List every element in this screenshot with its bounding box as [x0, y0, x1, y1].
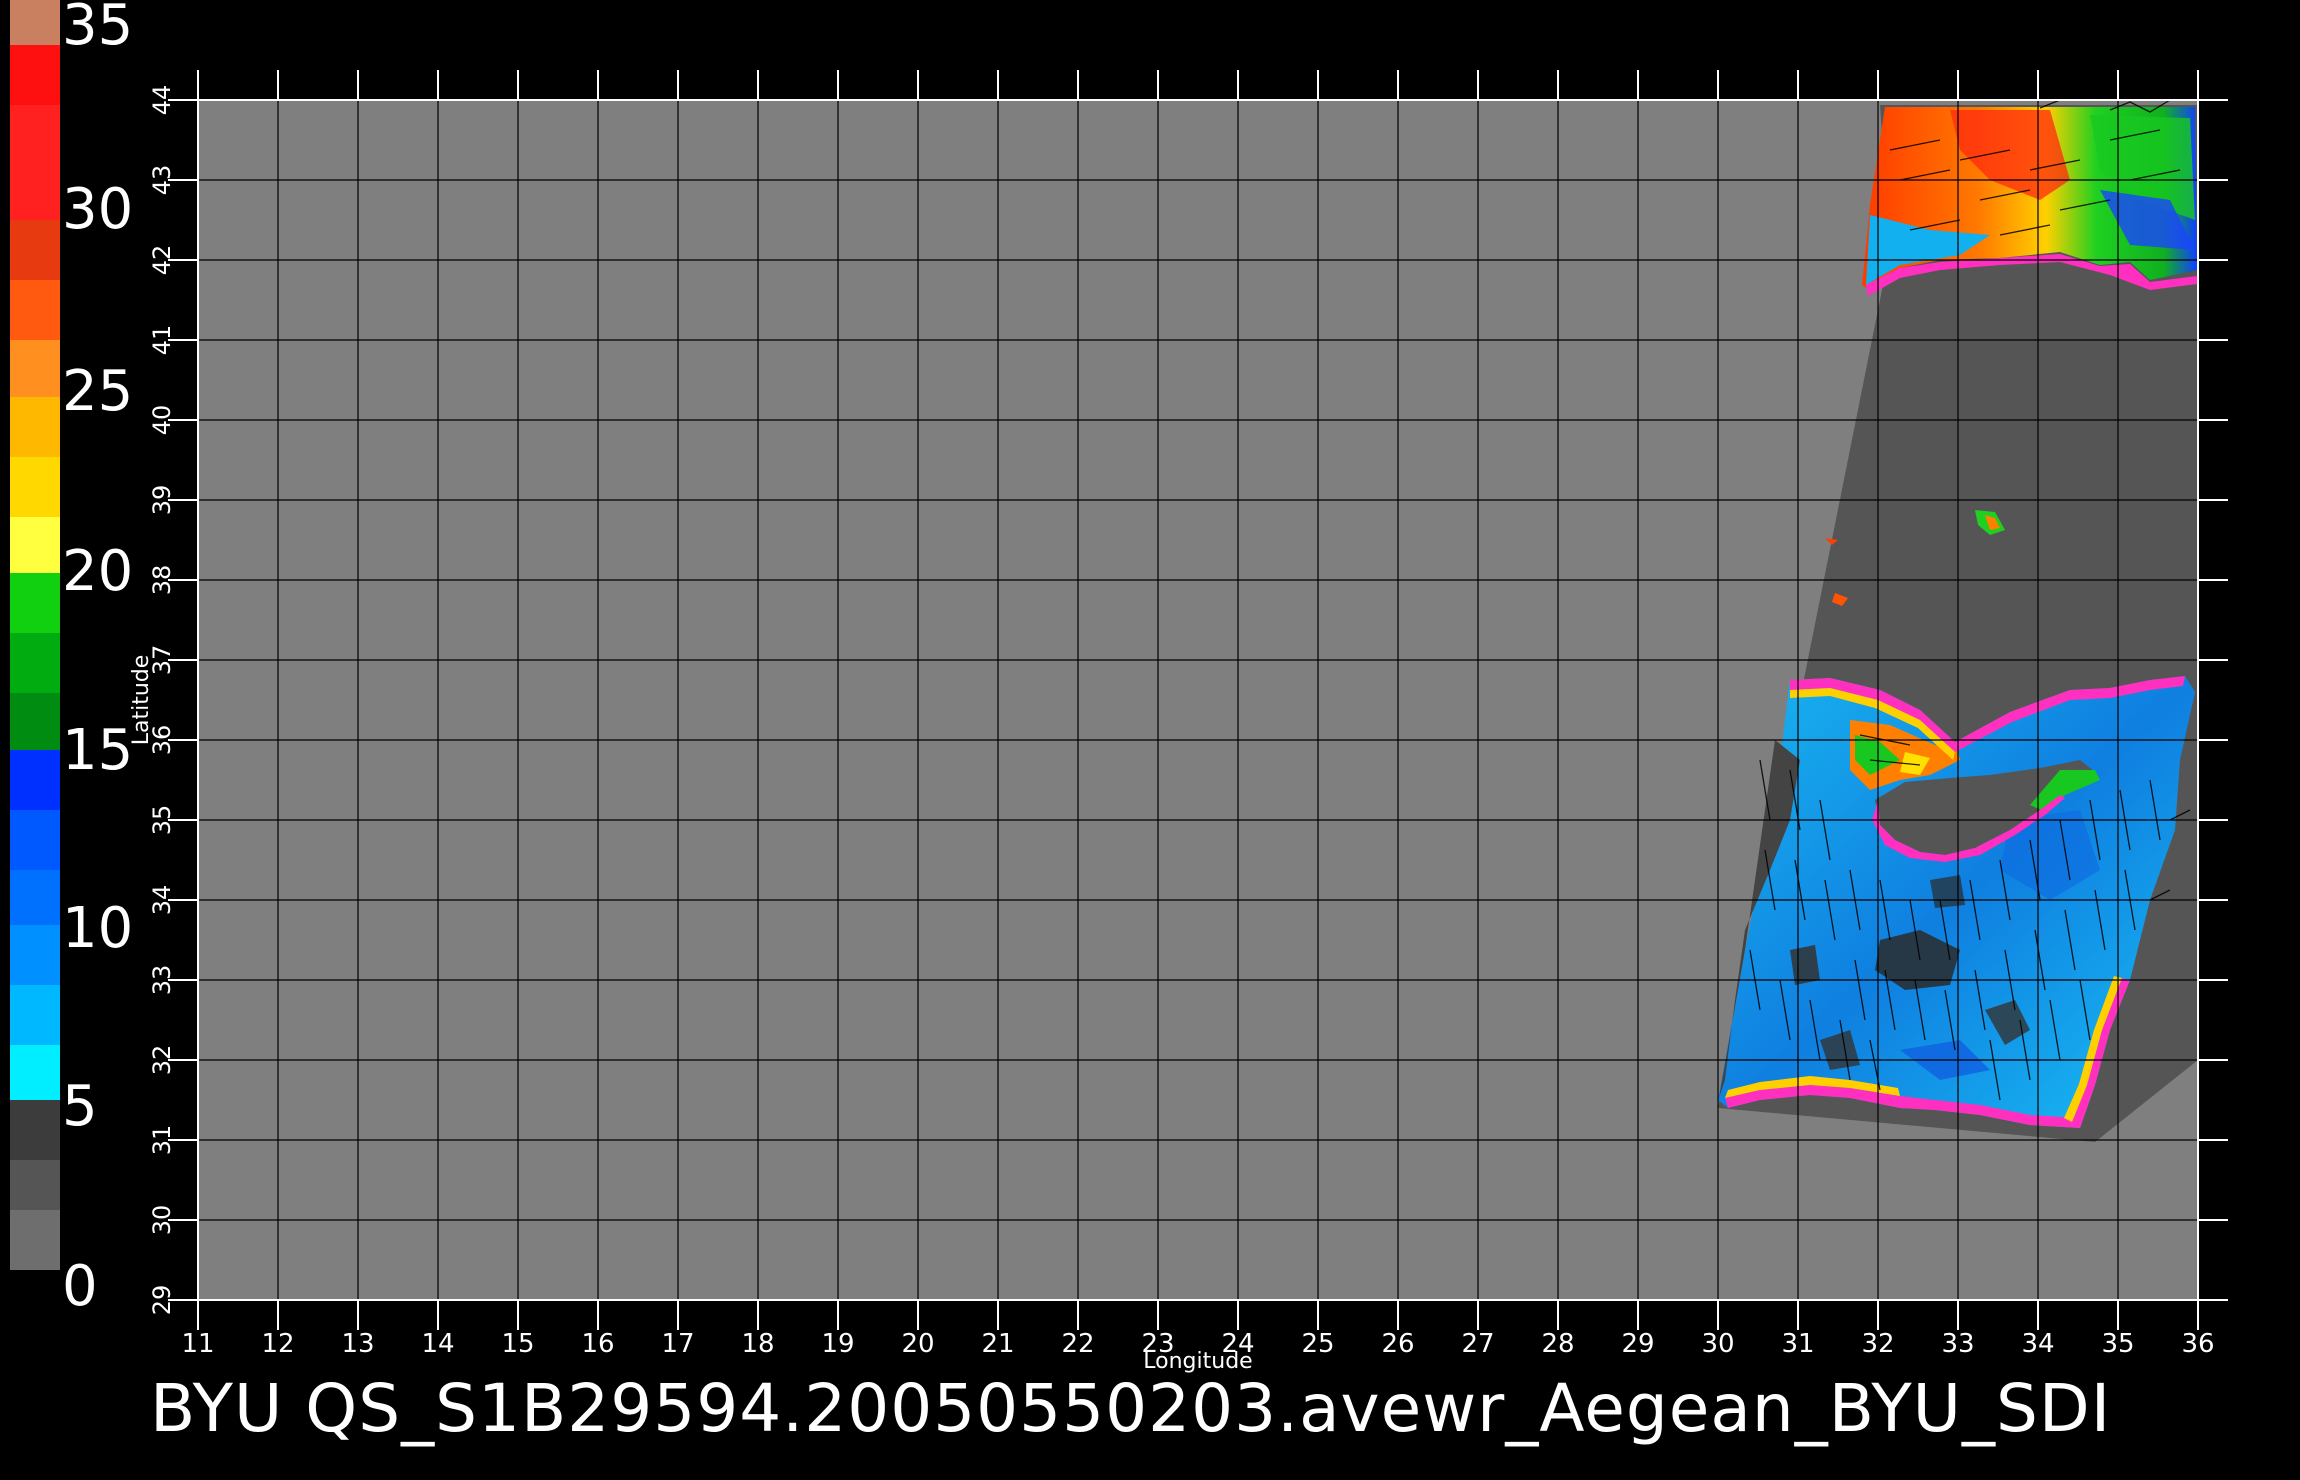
- x-tick-label: 34: [2021, 1329, 2054, 1359]
- x-tick-label: 32: [1861, 1329, 1894, 1359]
- x-tick-label: 19: [821, 1329, 854, 1359]
- x-tick-label: 36: [2181, 1329, 2214, 1359]
- y-tick-label: 41: [148, 325, 176, 356]
- y-tick-label: 44: [148, 85, 176, 116]
- y-tick-label: 29: [148, 1285, 176, 1316]
- x-tick-label: 31: [1781, 1329, 1814, 1359]
- x-tick-label: 22: [1061, 1329, 1094, 1359]
- y-tick-label: 30: [148, 1205, 176, 1236]
- x-tick-label: 15: [501, 1329, 534, 1359]
- colorbar-tick-label: 15: [62, 718, 133, 783]
- colorbar-tick-labels: 0 5 10 15 20 25 30 35: [62, 0, 133, 1319]
- colorbar-tick-label: 0: [62, 1254, 98, 1319]
- y-tick-label: 33: [148, 965, 176, 996]
- y-tick-label: 43: [148, 165, 176, 196]
- x-tick-label: 11: [181, 1329, 214, 1359]
- y-tick-label: 38: [148, 565, 176, 596]
- wind-map-figure: 0 5 10 15 20 25 30 35 11 12 13 14 15 16 17 18 1…: [10, 0, 2228, 1374]
- colorbar-tick-label: 5: [62, 1074, 98, 1139]
- y-tick-label: 31: [148, 1125, 176, 1156]
- x-tick-label: 17: [661, 1329, 694, 1359]
- map-area: 11 12 13 14 15 16 17 18 19 20 21 22 23 24 25 26 27 28 29 30…: [129, 70, 2228, 1374]
- colorbar-tick-label: 20: [62, 539, 133, 604]
- colorbar-tick-label: 30: [62, 177, 133, 242]
- x-tick-label: 16: [581, 1329, 614, 1359]
- y-tick-label: 35: [148, 805, 176, 836]
- x-tick-label: 27: [1461, 1329, 1494, 1359]
- x-tick-label: 25: [1301, 1329, 1334, 1359]
- colorbar-tick-label: 10: [62, 896, 133, 961]
- x-tick-label: 18: [741, 1329, 774, 1359]
- y-tick-label: 34: [148, 885, 176, 916]
- x-tick-label: 14: [421, 1329, 454, 1359]
- x-tick-label: 13: [341, 1329, 374, 1359]
- colorbar-tick-label: 35: [62, 0, 133, 58]
- x-tick-label: 30: [1701, 1329, 1734, 1359]
- x-tick-label: 35: [2101, 1329, 2134, 1359]
- x-tick-label: 29: [1621, 1329, 1654, 1359]
- x-tick-label: 26: [1381, 1329, 1414, 1359]
- y-tick-label: 40: [148, 405, 176, 436]
- x-tick-label: 33: [1941, 1329, 1974, 1359]
- colorbar-tick-label: 25: [62, 359, 133, 424]
- figure-caption: BYU QS_S1B29594.20050550203.avewr_Aegean…: [150, 1370, 2112, 1447]
- y-tick-label: 42: [148, 245, 176, 276]
- y-tick-label: 32: [148, 1045, 176, 1076]
- colorbar: 0 5 10 15 20 25 30 35: [10, 0, 133, 1319]
- x-tick-label: 28: [1541, 1329, 1574, 1359]
- x-tick-label: 20: [901, 1329, 934, 1359]
- y-tick-label: 39: [148, 485, 176, 516]
- x-tick-label: 21: [981, 1329, 1014, 1359]
- y-axis-label: Latitude: [129, 655, 154, 746]
- x-tick-label: 12: [261, 1329, 294, 1359]
